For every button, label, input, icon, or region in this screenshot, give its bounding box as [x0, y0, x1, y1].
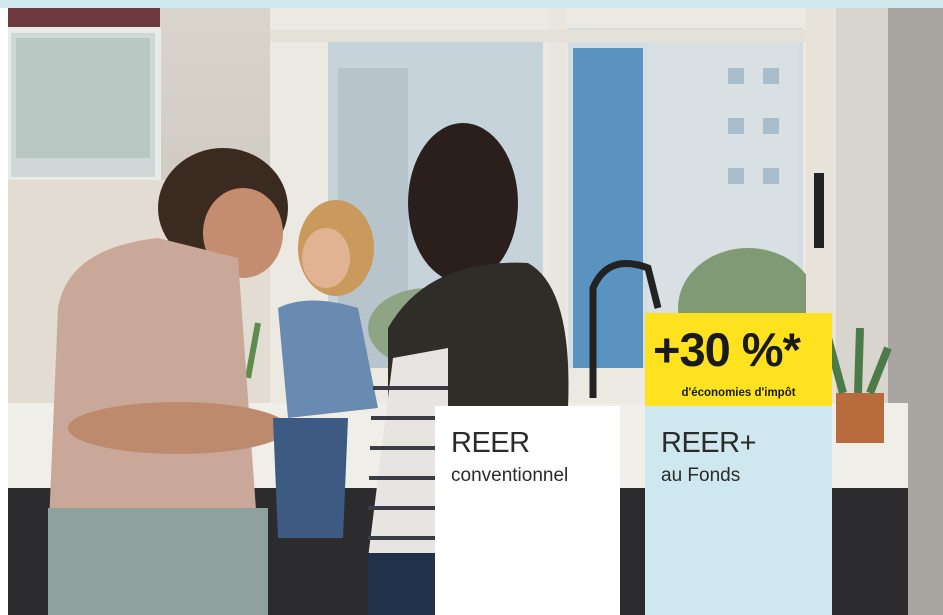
top-accent-strip [0, 0, 943, 8]
card-subtitle: conventionnel [451, 465, 569, 486]
card-subtitle: au Fonds [661, 465, 741, 486]
card-reer-conventionnel: REER conventionnel [435, 406, 620, 615]
tax-savings-badge: +30 %* d'économies d'impôt [645, 313, 832, 406]
card-title: REER+ [661, 427, 757, 459]
card-reer-plus-fonds: REER+ au Fonds [645, 406, 832, 615]
card-title: REER [451, 427, 530, 459]
badge-percentage: +30 %* [653, 323, 801, 376]
promo-banner: +30 %* d'économies d'impôt REER conventi… [0, 0, 943, 615]
badge-caption: d'économies d'impôt [681, 387, 796, 399]
